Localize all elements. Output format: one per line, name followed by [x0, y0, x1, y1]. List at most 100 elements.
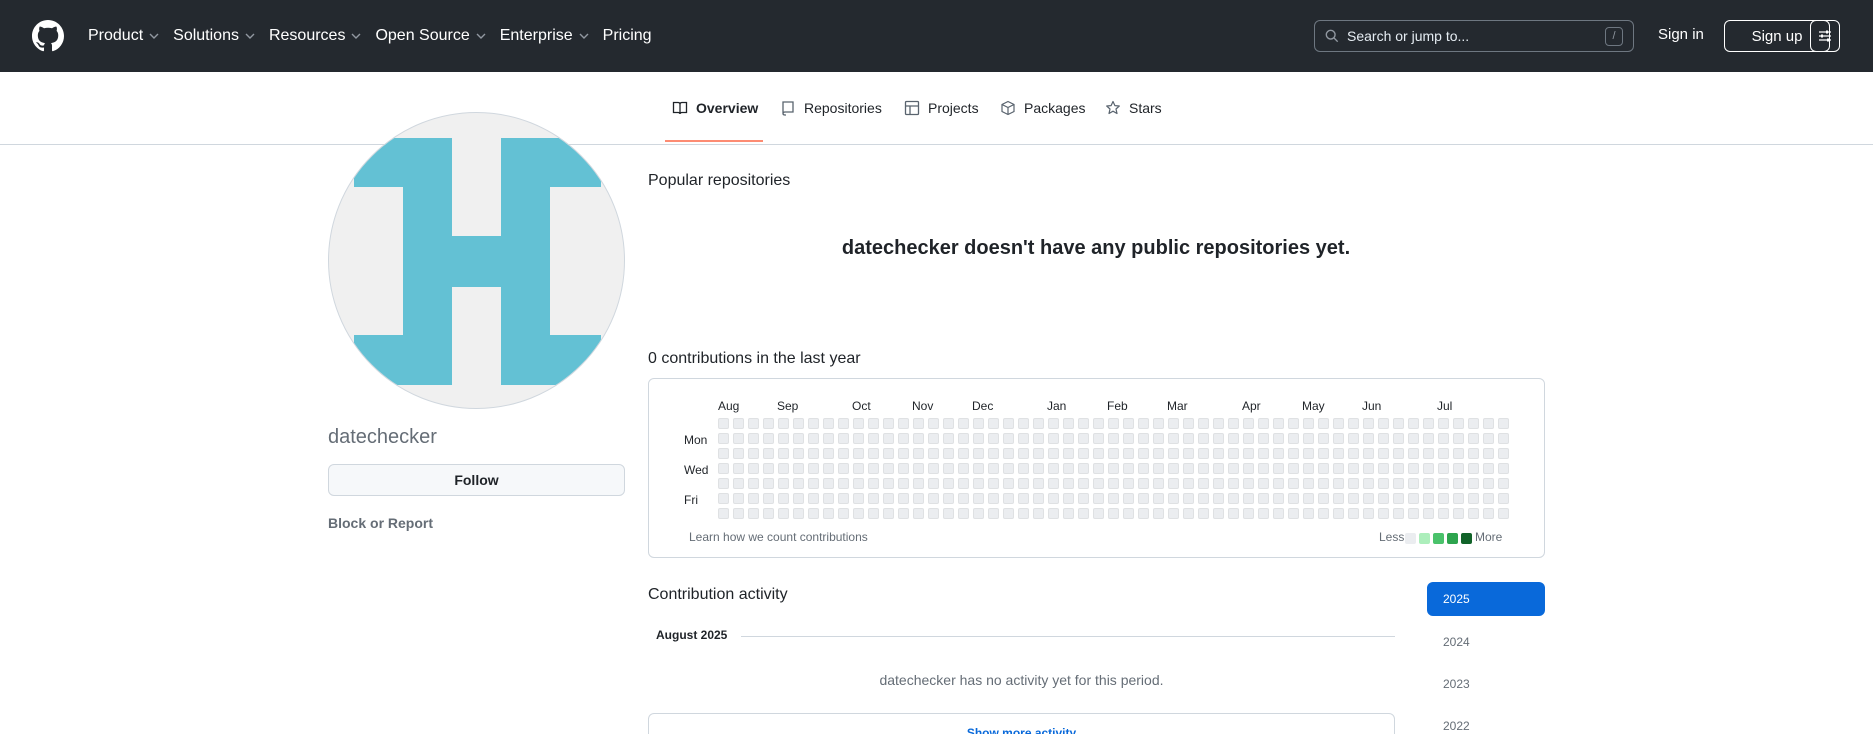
contribution-cell[interactable]	[988, 448, 999, 459]
contribution-cell[interactable]	[853, 448, 864, 459]
contribution-cell[interactable]	[823, 418, 834, 429]
contribution-cell[interactable]	[1498, 433, 1509, 444]
contribution-cell[interactable]	[778, 508, 789, 519]
contribution-cell[interactable]	[1063, 463, 1074, 474]
contribution-cell[interactable]	[1258, 418, 1269, 429]
contribution-cell[interactable]	[1168, 433, 1179, 444]
contribution-cell[interactable]	[913, 448, 924, 459]
contribution-cell[interactable]	[1243, 418, 1254, 429]
contribution-cell[interactable]	[1243, 493, 1254, 504]
contribution-cell[interactable]	[808, 508, 819, 519]
contribution-cell[interactable]	[1063, 448, 1074, 459]
contribution-cell[interactable]	[883, 508, 894, 519]
contribution-cell[interactable]	[838, 418, 849, 429]
contribution-cell[interactable]	[868, 508, 879, 519]
contribution-cell[interactable]	[1183, 418, 1194, 429]
contribution-cell[interactable]	[1003, 493, 1014, 504]
contribution-cell[interactable]	[973, 418, 984, 429]
contribution-cell[interactable]	[1393, 418, 1404, 429]
contribution-cell[interactable]	[823, 463, 834, 474]
contribution-cell[interactable]	[1168, 478, 1179, 489]
contribution-cell[interactable]	[1228, 418, 1239, 429]
contribution-cell[interactable]	[808, 448, 819, 459]
block-or-report-link[interactable]: Block or Report	[328, 515, 433, 531]
contribution-cell[interactable]	[1153, 418, 1164, 429]
contribution-cell[interactable]	[763, 433, 774, 444]
contribution-cell[interactable]	[883, 478, 894, 489]
contribution-cell[interactable]	[958, 463, 969, 474]
contribution-cell[interactable]	[1453, 433, 1464, 444]
contribution-cell[interactable]	[1273, 463, 1284, 474]
contribution-cell[interactable]	[988, 493, 999, 504]
contribution-cell[interactable]	[1318, 493, 1329, 504]
contribution-cell[interactable]	[928, 508, 939, 519]
contribution-cell[interactable]	[1303, 418, 1314, 429]
contribution-cell[interactable]	[733, 493, 744, 504]
contribution-cell[interactable]	[988, 418, 999, 429]
contribution-cell[interactable]	[1213, 508, 1224, 519]
contribution-cell[interactable]	[1408, 493, 1419, 504]
contribution-cell[interactable]	[1333, 493, 1344, 504]
nav-pricing[interactable]: Pricing	[603, 27, 652, 45]
contribution-cell[interactable]	[793, 493, 804, 504]
contribution-cell[interactable]	[1453, 478, 1464, 489]
contribution-cell[interactable]	[853, 478, 864, 489]
contribution-cell[interactable]	[1048, 508, 1059, 519]
contribution-cell[interactable]	[1408, 478, 1419, 489]
contribution-cell[interactable]	[1018, 508, 1029, 519]
contribution-cell[interactable]	[1123, 433, 1134, 444]
contribution-cell[interactable]	[1063, 508, 1074, 519]
contribution-cell[interactable]	[1273, 478, 1284, 489]
contribution-cell[interactable]	[1018, 463, 1029, 474]
contribution-cell[interactable]	[778, 448, 789, 459]
contribution-cell[interactable]	[1303, 508, 1314, 519]
contribution-cell[interactable]	[1003, 463, 1014, 474]
contribution-cell[interactable]	[1498, 508, 1509, 519]
contribution-cell[interactable]	[943, 433, 954, 444]
contribution-cell[interactable]	[958, 448, 969, 459]
contribution-cell[interactable]	[1198, 463, 1209, 474]
contribution-cell[interactable]	[913, 493, 924, 504]
contribution-cell[interactable]	[928, 418, 939, 429]
contribution-cell[interactable]	[1363, 463, 1374, 474]
contribution-cell[interactable]	[1003, 418, 1014, 429]
nav-open-source[interactable]: Open Source	[375, 27, 486, 45]
contribution-cell[interactable]	[778, 463, 789, 474]
contribution-cell[interactable]	[1243, 433, 1254, 444]
contribution-cell[interactable]	[1258, 508, 1269, 519]
contribution-cell[interactable]	[943, 478, 954, 489]
contribution-cell[interactable]	[1498, 418, 1509, 429]
contribution-cell[interactable]	[1483, 418, 1494, 429]
contribution-cell[interactable]	[1333, 418, 1344, 429]
contribution-cell[interactable]	[1393, 493, 1404, 504]
contribution-cell[interactable]	[1153, 433, 1164, 444]
contribution-cell[interactable]	[1138, 448, 1149, 459]
contribution-cell[interactable]	[1303, 493, 1314, 504]
contribution-cell[interactable]	[1198, 478, 1209, 489]
contribution-cell[interactable]	[1228, 433, 1239, 444]
contribution-cell[interactable]	[1363, 448, 1374, 459]
contribution-cell[interactable]	[748, 433, 759, 444]
contribution-cell[interactable]	[763, 493, 774, 504]
contribution-cell[interactable]	[838, 493, 849, 504]
contribution-cell[interactable]	[1378, 448, 1389, 459]
contribution-cell[interactable]	[733, 508, 744, 519]
contribution-cell[interactable]	[1243, 463, 1254, 474]
contribution-cell[interactable]	[1168, 508, 1179, 519]
contribution-cell[interactable]	[1348, 478, 1359, 489]
contribution-cell[interactable]	[1363, 508, 1374, 519]
contribution-cell[interactable]	[1363, 418, 1374, 429]
contribution-cell[interactable]	[1093, 508, 1104, 519]
contribution-cell[interactable]	[928, 463, 939, 474]
contribution-cell[interactable]	[1318, 433, 1329, 444]
contribution-cell[interactable]	[1333, 448, 1344, 459]
contribution-cell[interactable]	[718, 508, 729, 519]
tab-projects[interactable]: Projects	[904, 72, 979, 144]
contribution-cell[interactable]	[778, 478, 789, 489]
contribution-cell[interactable]	[1258, 478, 1269, 489]
contribution-cell[interactable]	[1393, 448, 1404, 459]
contribution-cell[interactable]	[1033, 448, 1044, 459]
contribution-cell[interactable]	[838, 433, 849, 444]
contribution-cell[interactable]	[1468, 418, 1479, 429]
contribution-cell[interactable]	[913, 433, 924, 444]
